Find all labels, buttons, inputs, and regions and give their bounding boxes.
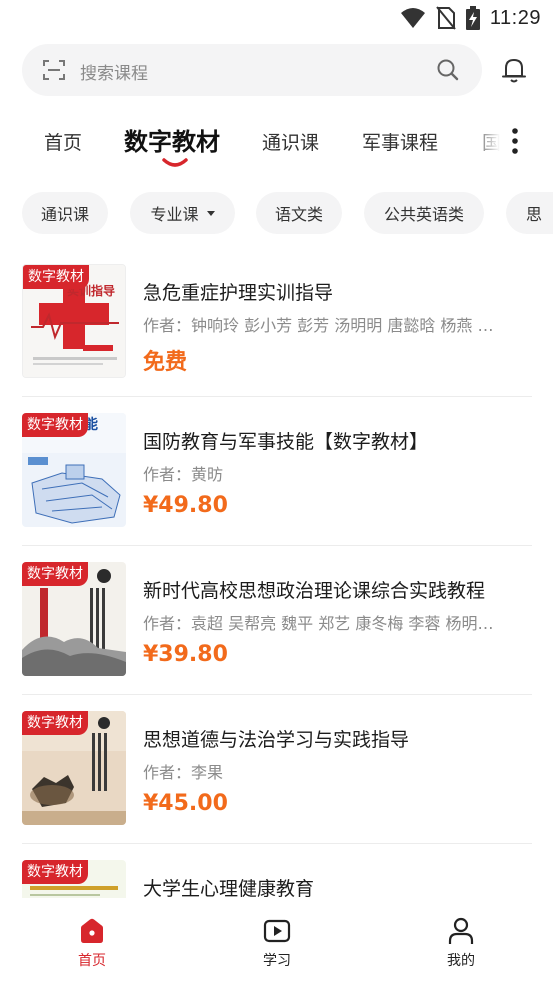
home-icon [81, 918, 103, 943]
chip-label: 通识课 [40, 205, 89, 224]
book-cover: 数字教材 [22, 562, 126, 676]
chip-label: 专业课 [150, 205, 199, 224]
tab-home[interactable]: 首页 [44, 128, 82, 155]
active-tab-indicator [162, 158, 188, 167]
search-input[interactable]: 搜索课程 [22, 44, 482, 96]
nav-label: 首页 [78, 953, 106, 969]
list-item[interactable]: 能 数字教材 国防教育与军事技能【数字教材】 作者：黄昉 ¥49.80 [22, 397, 532, 546]
tab-general-courses[interactable]: 通识课 [262, 128, 319, 155]
more-vertical-icon[interactable] [507, 126, 523, 156]
chip-public-english[interactable]: 公共英语类 [364, 192, 484, 234]
book-author: 作者：钟响玲 彭小芳 彭芳 汤明明 唐懿晗 杨燕 … [143, 316, 494, 335]
book-cover: 数字教材 [22, 860, 126, 898]
status-time: 11:29 [489, 6, 541, 29]
book-cover: 实训指导 数字教材 [22, 264, 126, 378]
bottom-navigation: 首页 学习 我的 [0, 900, 553, 983]
book-cover: 能 数字教材 [22, 413, 126, 527]
list-item[interactable]: 数字教材 新时代高校思想政治理论课综合实践教程 作者：袁超 吴帮亮 魏平 郑艺 … [22, 546, 532, 695]
nav-study[interactable]: 学习 [237, 916, 317, 970]
book-cover: 数字教材 [22, 711, 126, 825]
book-author: 作者：李果 [143, 763, 224, 782]
list-item[interactable]: 数字教材 思想道德与法治学习与实践指导 作者：李果 ¥45.00 [22, 695, 532, 844]
book-price: ¥39.80 [143, 642, 228, 667]
book-title: 新时代高校思想政治理论课综合实践教程 [143, 580, 486, 602]
book-title: 思想道德与法治学习与实践指导 [143, 729, 410, 751]
bell-icon[interactable] [500, 56, 528, 84]
digital-textbook-badge: 数字教材 [23, 265, 89, 289]
search-icon[interactable] [436, 58, 460, 82]
book-title: 国防教育与军事技能【数字教材】 [143, 431, 429, 453]
book-price: 免费 [143, 350, 188, 375]
list-item[interactable]: 数字教材 大学生心理健康教育 [22, 844, 532, 898]
search-placeholder: 搜索课程 [80, 64, 148, 84]
caret-down-icon [206, 210, 215, 216]
wifi-icon [400, 8, 425, 28]
book-author: 作者：袁超 吴帮亮 魏平 郑艺 康冬梅 李蓉 杨明… [143, 614, 494, 633]
filter-chips: 通识课 专业课 语文类 公共英语类 思 [22, 192, 553, 234]
nav-profile[interactable]: 我的 [421, 916, 501, 970]
book-price: ¥45.00 [143, 791, 228, 816]
status-icons: 11:29 [400, 6, 541, 30]
search-row: 搜索课程 [22, 44, 542, 96]
digital-textbook-badge: 数字教材 [22, 562, 88, 586]
tab-digital-textbooks[interactable]: 数字教材 [124, 122, 220, 157]
chip-label: 思 [526, 205, 543, 224]
book-author: 作者：黄昉 [143, 465, 224, 484]
chip-general[interactable]: 通识课 [22, 192, 108, 234]
tab-fade [468, 118, 508, 168]
scan-icon[interactable] [42, 58, 66, 82]
digital-textbook-badge: 数字教材 [22, 860, 88, 884]
nav-label: 学习 [263, 953, 291, 969]
chip-label: 语文类 [274, 205, 323, 224]
chip-chinese[interactable]: 语文类 [256, 192, 342, 234]
chip-ideology[interactable]: 思 [506, 192, 553, 234]
book-list: 实训指导 数字教材 急危重症护理实训指导 作者：钟响玲 彭小芳 彭芳 汤明明 唐… [22, 248, 532, 898]
book-title: 大学生心理健康教育 [143, 878, 315, 898]
user-icon [448, 917, 474, 944]
nav-home[interactable]: 首页 [52, 916, 132, 970]
digital-textbook-badge: 数字教材 [22, 413, 88, 437]
chip-major[interactable]: 专业课 [130, 192, 235, 234]
digital-textbook-badge: 数字教材 [22, 711, 88, 735]
book-price: ¥49.80 [143, 493, 228, 518]
no-sim-icon [436, 6, 456, 30]
book-title: 急危重症护理实训指导 [143, 282, 334, 304]
tab-military-courses[interactable]: 军事课程 [362, 128, 438, 155]
status-bar: 11:29 [0, 0, 553, 38]
play-icon [263, 919, 291, 943]
category-tabs: 首页 数字教材 通识课 军事课程 国 [22, 118, 532, 168]
battery-charging-icon [465, 6, 480, 30]
chip-label: 公共英语类 [383, 205, 464, 224]
nav-label: 我的 [447, 953, 475, 969]
list-item[interactable]: 实训指导 数字教材 急危重症护理实训指导 作者：钟响玲 彭小芳 彭芳 汤明明 唐… [22, 248, 532, 397]
